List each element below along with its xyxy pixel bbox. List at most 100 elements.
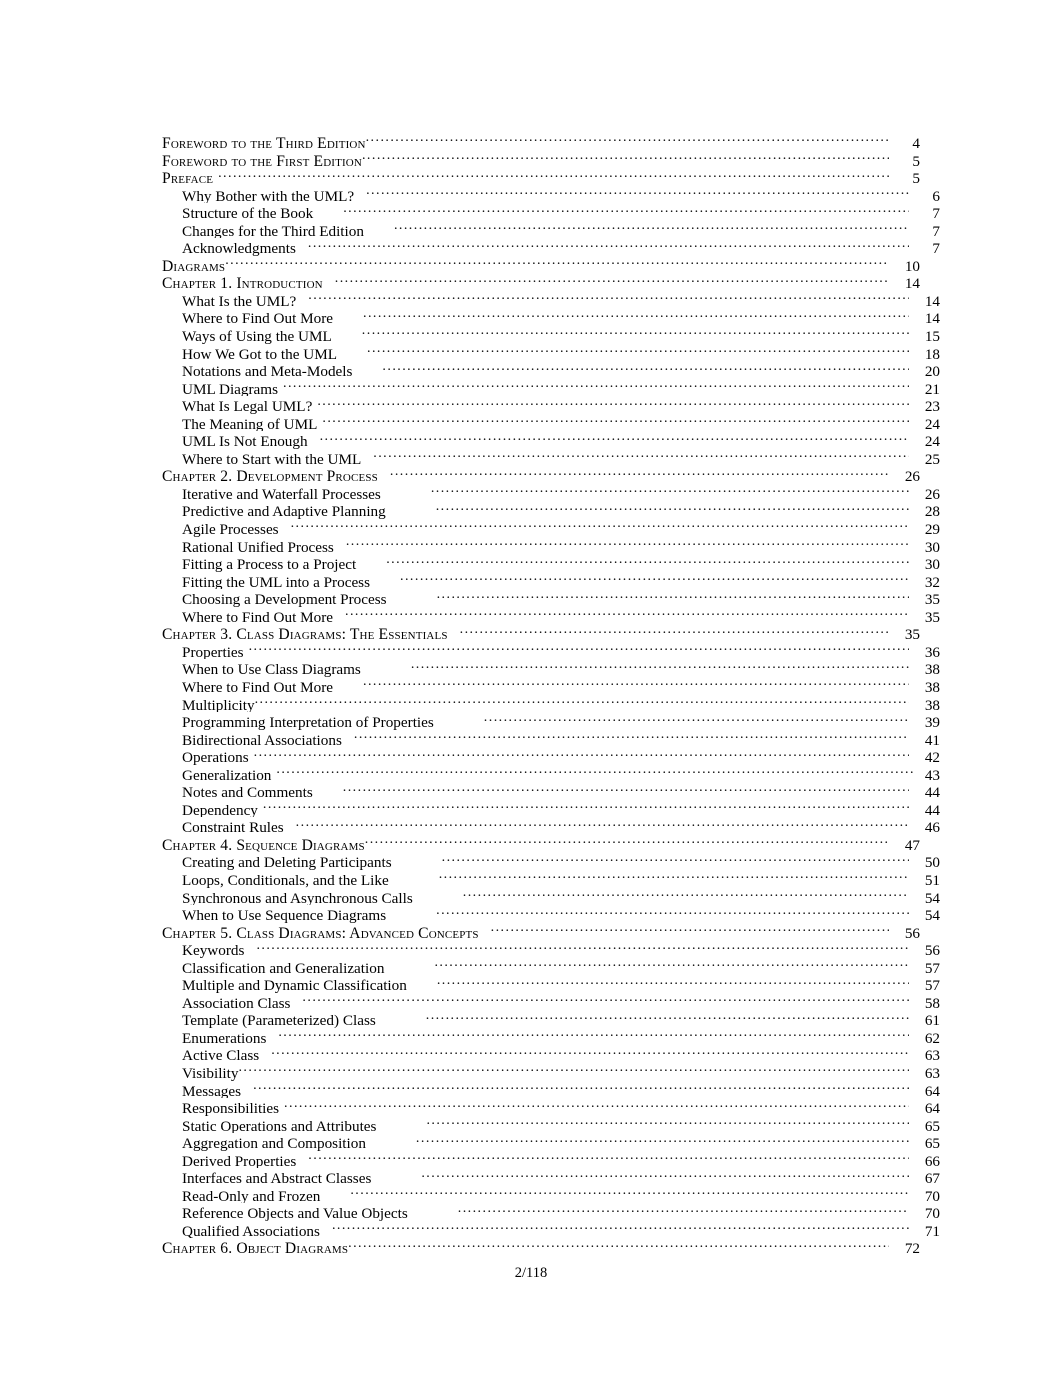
toc-entry[interactable]: Enumerations 62 xyxy=(162,1028,940,1046)
toc-entry[interactable]: Derived Properties 66 xyxy=(162,1151,940,1169)
toc-entry[interactable]: What Is the UML? 14 xyxy=(162,291,940,309)
toc-entry[interactable]: Predictive and Adaptive Planning 28 xyxy=(162,501,940,519)
toc-entry-page-number: 35 xyxy=(924,591,940,607)
toc-leader-dots xyxy=(284,1098,909,1113)
toc-entry[interactable]: Chapter 6. Object Diagrams 72 xyxy=(162,1238,920,1256)
toc-entry[interactable]: When to Use Sequence Diagrams 54 xyxy=(162,905,940,923)
toc-entry[interactable]: Structure of the Book 7 xyxy=(162,203,940,221)
toc-entry-page-number: 26 xyxy=(924,485,940,502)
toc-entry-list: Foreword to the Third Edition4Foreword t… xyxy=(162,133,940,1256)
toc-entry[interactable]: Notations and Meta-Models 20 xyxy=(162,361,940,379)
toc-entry-page-number: 24 xyxy=(924,433,940,449)
toc-entry[interactable]: Constraint Rules 46 xyxy=(162,817,940,835)
toc-entry[interactable]: Aggregation and Composition 65 xyxy=(162,1133,940,1151)
toc-entry[interactable]: Where to Find Out More 35 xyxy=(162,607,940,625)
toc-entry[interactable]: Reference Objects and Value Objects 70 xyxy=(162,1203,940,1221)
toc-entry[interactable]: Dependency 44 xyxy=(162,800,940,818)
toc-entry[interactable]: The Meaning of UML 24 xyxy=(162,414,940,432)
toc-entry-page-number: 14 xyxy=(904,275,920,291)
toc-entry[interactable]: Chapter 1. Introduction 14 xyxy=(162,273,920,291)
toc-entry-page-number: 7 xyxy=(932,222,940,239)
toc-entry[interactable]: Creating and Deleting Participants 50 xyxy=(162,852,940,870)
toc-entry[interactable]: Fitting a Process to a Project 30 xyxy=(162,554,940,572)
toc-entry[interactable]: Changes for the Third Edition 7 xyxy=(162,221,940,239)
toc-entry[interactable]: Fitting the UML into a Process 32 xyxy=(162,572,940,590)
toc-entry-page-number: 66 xyxy=(924,1152,940,1169)
toc-entry[interactable]: Classification and Generalization 57 xyxy=(162,958,940,976)
toc-entry[interactable]: Qualified Associations 71 xyxy=(162,1221,940,1239)
toc-leader-dots xyxy=(434,958,909,973)
toc-entry[interactable]: How We Got to the UML 18 xyxy=(162,344,940,362)
toc-entry[interactable]: What Is Legal UML? 23 xyxy=(162,396,940,414)
toc-entry[interactable]: Responsibilities 64 xyxy=(162,1098,940,1116)
toc-leader-dots xyxy=(276,765,913,780)
toc-entry[interactable]: Chapter 4. Sequence Diagrams 47 xyxy=(162,835,920,853)
toc-entry-title: Aggregation and Composition xyxy=(182,1135,366,1151)
toc-entry-page-number: 65 xyxy=(924,1117,940,1134)
toc-entry-title: Agile Processes xyxy=(182,521,279,537)
toc-entry[interactable]: Chapter 3. Class Diagrams: The Essential… xyxy=(162,624,920,642)
toc-entry-page-number: 54 xyxy=(924,907,940,923)
toc-entry-page-number: 56 xyxy=(924,942,940,958)
toc-entry[interactable]: When to Use Class Diagrams 38 xyxy=(162,659,940,677)
toc-entry[interactable]: Agile Processes 29 xyxy=(162,519,940,537)
toc-entry[interactable]: Synchronous and Asynchronous Calls 54 xyxy=(162,888,940,906)
toc-entry[interactable]: Generalization 43 xyxy=(162,765,940,783)
toc-entry[interactable]: Active Class 63 xyxy=(162,1045,940,1063)
toc-entry-page-number: 26 xyxy=(904,468,920,484)
toc-entry-page-number: 7 xyxy=(932,205,940,221)
toc-entry[interactable]: Why Bother with the UML? 6 xyxy=(162,186,940,204)
toc-leader-dots xyxy=(363,308,909,323)
toc-entry[interactable]: Rational Unified Process 30 xyxy=(162,537,940,555)
toc-leader-dots xyxy=(367,344,909,359)
toc-entry-title: Iterative and Waterfall Processes xyxy=(182,485,381,502)
toc-entry[interactable]: Loops, Conditionals, and the Like 51 xyxy=(162,870,940,888)
toc-entry-page-number: 21 xyxy=(924,380,940,397)
toc-entry-page-number: 50 xyxy=(924,854,940,870)
toc-entry-title: Where to Find Out More xyxy=(182,310,333,327)
toc-entry[interactable]: UML Diagrams 21 xyxy=(162,379,940,397)
toc-entry[interactable]: Notes and Comments 44 xyxy=(162,782,940,800)
toc-entry[interactable]: Programming Interpretation of Properties… xyxy=(162,712,940,730)
toc-entry[interactable]: Where to Find Out More 14 xyxy=(162,308,940,326)
toc-entry-page-number: 44 xyxy=(924,801,940,818)
toc-entry[interactable]: Operations 42 xyxy=(162,747,940,765)
toc-entry[interactable]: Messages 64 xyxy=(162,1081,940,1099)
toc-entry[interactable]: Visibility 63 xyxy=(162,1063,940,1081)
toc-entry-page-number: 56 xyxy=(904,924,920,941)
toc-entry[interactable]: Chapter 5. Class Diagrams: Advanced Conc… xyxy=(162,923,920,941)
toc-entry[interactable]: Read-Only and Frozen 70 xyxy=(162,1186,940,1204)
toc-leader-dots xyxy=(390,466,889,481)
toc-entry-page-number: 32 xyxy=(924,573,940,590)
toc-entry[interactable]: Multiple and Dynamic Classification 57 xyxy=(162,975,940,993)
toc-entry[interactable]: UML Is Not Enough 24 xyxy=(162,431,940,449)
toc-entry[interactable]: Ways of Using the UML 15 xyxy=(162,326,940,344)
toc-entry[interactable]: Diagrams 10 xyxy=(162,256,920,274)
toc-entry[interactable]: Foreword to the First Edition 5 xyxy=(162,151,920,169)
toc-entry[interactable]: Multiplicity 38 xyxy=(162,695,940,713)
toc-entry[interactable]: Chapter 2. Development Process 26 xyxy=(162,466,920,484)
toc-entry[interactable]: Where to Find Out More 38 xyxy=(162,677,940,695)
toc-leader-dots xyxy=(426,1116,909,1131)
toc-leader-dots xyxy=(363,677,909,692)
toc-entry[interactable]: Template (Parameterized) Class 61 xyxy=(162,1010,940,1028)
toc-entry[interactable]: Preface 5 xyxy=(162,168,920,186)
toc-leader-dots xyxy=(394,221,909,236)
toc-entry[interactable]: Keywords 56 xyxy=(162,940,940,958)
toc-entry[interactable]: Association Class 58 xyxy=(162,993,940,1011)
toc-entry[interactable]: Properties 36 xyxy=(162,642,940,660)
toc-entry[interactable]: Where to Start with the UML 25 xyxy=(162,449,940,467)
toc-entry-title: What Is the UML? xyxy=(182,292,297,309)
toc-entry-title: Choosing a Development Process xyxy=(182,591,387,607)
toc-entry[interactable]: Foreword to the Third Edition 4 xyxy=(162,133,920,151)
toc-entry[interactable]: Acknowledgments 7 xyxy=(162,238,940,256)
toc-entry[interactable]: Interfaces and Abstract Classes 67 xyxy=(162,1168,940,1186)
toc-entry[interactable]: Bidirectional Associations 41 xyxy=(162,730,940,748)
toc-entry[interactable]: Static Operations and Attributes 65 xyxy=(162,1116,940,1134)
toc-entry-title: Read-Only and Frozen xyxy=(182,1187,321,1204)
toc-entry-page-number: 72 xyxy=(904,1240,920,1256)
toc-leader-dots xyxy=(296,817,909,832)
toc-entry-title: Predictive and Adaptive Planning xyxy=(182,503,386,520)
toc-entry[interactable]: Iterative and Waterfall Processes 26 xyxy=(162,484,940,502)
toc-entry[interactable]: Choosing a Development Process 35 xyxy=(162,589,940,607)
